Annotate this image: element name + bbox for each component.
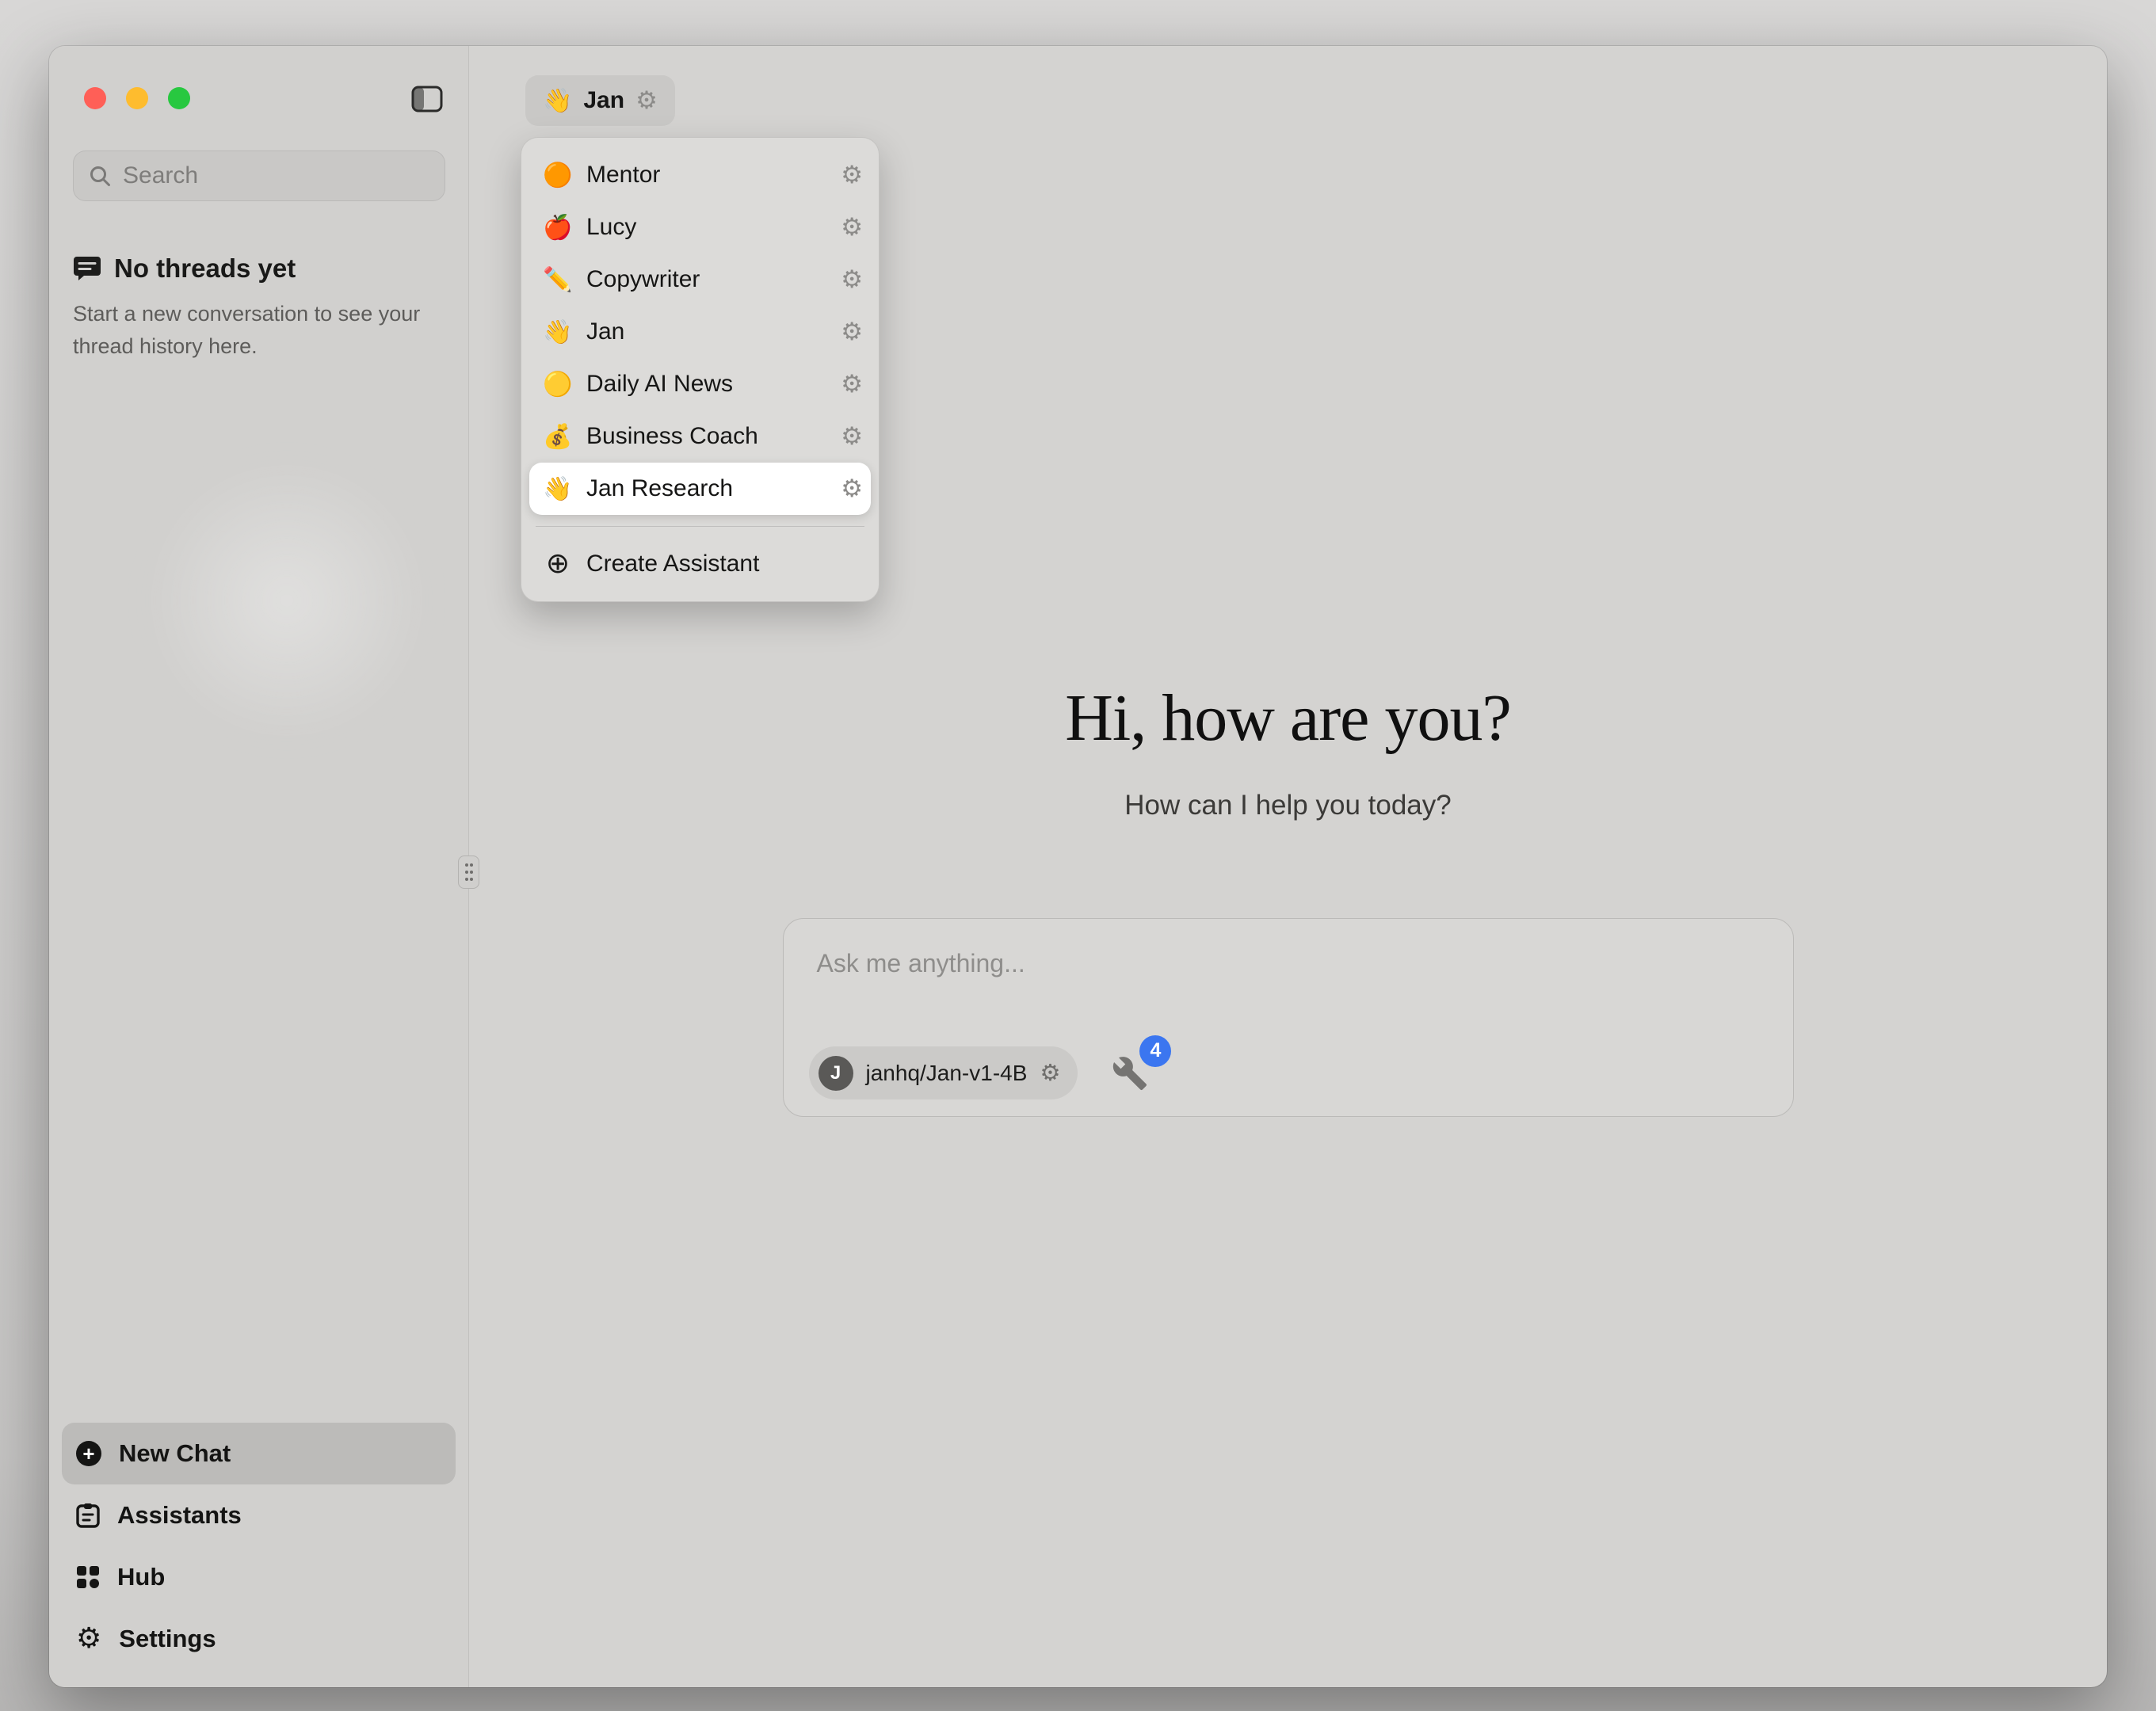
menu-item-label: Copywriter (586, 266, 828, 293)
assistant-name: Jan (583, 87, 624, 114)
desktop-background: Search No threads yet Start a new conver… (0, 0, 2156, 1711)
settings-gear-icon: ⚙ (76, 1625, 101, 1653)
nav-item-label: New Chat (119, 1439, 231, 1468)
traffic-lights (84, 87, 190, 109)
menu-item-label: Jan Research (586, 475, 828, 502)
chat-input-placeholder[interactable]: Ask me anything... (817, 949, 1760, 978)
empty-state-title: No threads yet (114, 253, 296, 284)
gear-icon: ⚙ (841, 213, 863, 242)
search-icon (88, 164, 112, 188)
menu-item-label: Business Coach (586, 423, 828, 450)
gear-icon: ⚙ (841, 265, 863, 294)
assistant-settings-button[interactable]: ⚙ (841, 215, 863, 240)
assistant-emoji: 👋 (542, 475, 574, 503)
assistant-settings-button[interactable]: ⚙ (841, 320, 863, 345)
sidebar: Search No threads yet Start a new conver… (49, 46, 469, 1687)
main-area: 👋 Jan ⚙ 🟠 Mentor ⚙ 🍎 Lucy ⚙ ✏️ Copywrite… (469, 46, 2107, 1687)
gear-icon: ⚙ (841, 422, 863, 451)
sidebar-item-hub[interactable]: Hub (62, 1546, 456, 1608)
assistant-emoji: ✏️ (542, 266, 574, 294)
app-window: Search No threads yet Start a new conver… (49, 46, 2107, 1687)
assistant-emoji: 👋 (543, 87, 572, 115)
sidebar-toggle-button[interactable] (404, 78, 450, 120)
menu-item-label: Lucy (586, 214, 828, 241)
chat-input-card[interactable]: Ask me anything... J janhq/Jan-v1-4B ⚙ 4 (783, 918, 1794, 1117)
model-avatar: J (819, 1056, 853, 1091)
search-placeholder: Search (123, 162, 198, 189)
chat-bubble-icon (73, 255, 101, 282)
gear-icon: ⚙ (635, 89, 658, 113)
model-settings-icon[interactable]: ⚙ (1040, 1061, 1060, 1084)
assistant-settings-button[interactable]: ⚙ (841, 372, 863, 397)
minimize-button[interactable] (126, 87, 148, 109)
empty-state-subtitle: Start a new conversation to see your thr… (73, 298, 429, 362)
assistant-emoji: 💰 (542, 423, 574, 451)
assistant-emoji: 🍎 (542, 214, 574, 242)
composer-toolbar: J janhq/Jan-v1-4B ⚙ 4 (809, 1046, 1151, 1099)
menu-item-label: Daily AI News (586, 371, 828, 398)
model-name: janhq/Jan-v1-4B (866, 1061, 1028, 1086)
sidebar-panel-icon (411, 86, 443, 112)
sidebar-item-settings[interactable]: ⚙ Settings (62, 1608, 456, 1670)
menu-item-lucy[interactable]: 🍎 Lucy ⚙ (529, 201, 871, 253)
menu-divider (536, 526, 864, 527)
menu-item-jan-research[interactable]: 👋 Jan Research ⚙ (529, 463, 871, 515)
sidebar-item-assistants[interactable]: Assistants (62, 1484, 456, 1546)
gear-icon: ⚙ (841, 370, 863, 398)
welcome-section: Hi, how are you? How can I help you toda… (469, 680, 2107, 821)
new-chat-button[interactable]: + New Chat (62, 1423, 456, 1484)
assistant-settings-button[interactable]: ⚙ (841, 163, 863, 188)
nav-item-label: Settings (119, 1625, 216, 1653)
empty-state: No threads yet Start a new conversation … (73, 253, 437, 362)
menu-item-daily-ai-news[interactable]: 🟡 Daily AI News ⚙ (529, 358, 871, 410)
assistant-settings-button[interactable]: ⚙ (841, 268, 863, 292)
assistant-emoji: 🟠 (542, 162, 574, 189)
assistant-settings-button[interactable]: ⚙ (841, 425, 863, 449)
zoom-button[interactable] (168, 87, 190, 109)
sidebar-resize-handle[interactable] (458, 856, 479, 889)
menu-item-business-coach[interactable]: 💰 Business Coach ⚙ (529, 410, 871, 463)
nav-item-label: Assistants (117, 1501, 242, 1530)
plus-icon: + (76, 1441, 101, 1466)
plus-circle-icon: ⊕ (542, 550, 574, 578)
greeting-subtitle: How can I help you today? (469, 790, 2107, 821)
assistant-settings-button[interactable]: ⚙ (841, 477, 863, 501)
model-selector-button[interactable]: J janhq/Jan-v1-4B ⚙ (809, 1046, 1078, 1099)
grip-dots-icon (464, 862, 475, 882)
menu-item-mentor[interactable]: 🟠 Mentor ⚙ (529, 149, 871, 201)
assistant-emoji: 🟡 (542, 371, 574, 398)
assistant-emoji: 👋 (542, 318, 574, 346)
menu-item-copywriter[interactable]: ✏️ Copywriter ⚙ (529, 253, 871, 306)
menu-item-label: Mentor (586, 162, 828, 189)
menu-item-label: Jan (586, 318, 828, 345)
assistant-selector-button[interactable]: 👋 Jan ⚙ (525, 75, 675, 126)
create-assistant-button[interactable]: ⊕ Create Assistant (529, 538, 871, 590)
close-button[interactable] (84, 87, 106, 109)
greeting-heading: Hi, how are you? (469, 680, 2107, 756)
nav-item-label: Hub (117, 1563, 165, 1591)
gear-icon: ⚙ (841, 318, 863, 346)
assistants-icon (76, 1503, 100, 1528)
assistant-dropdown-menu: 🟠 Mentor ⚙ 🍎 Lucy ⚙ ✏️ Copywriter ⚙ 👋 Ja… (521, 137, 880, 602)
gear-icon: ⚙ (841, 474, 863, 503)
menu-item-label: Create Assistant (586, 551, 863, 577)
tools-button[interactable]: 4 (1109, 1053, 1151, 1094)
gear-icon: ⚙ (841, 161, 863, 189)
search-input[interactable]: Search (73, 151, 445, 201)
menu-item-jan[interactable]: 👋 Jan ⚙ (529, 306, 871, 358)
hub-icon (76, 1565, 100, 1589)
tools-count-badge: 4 (1139, 1035, 1171, 1067)
sidebar-nav: + New Chat Assistants (62, 1423, 456, 1670)
